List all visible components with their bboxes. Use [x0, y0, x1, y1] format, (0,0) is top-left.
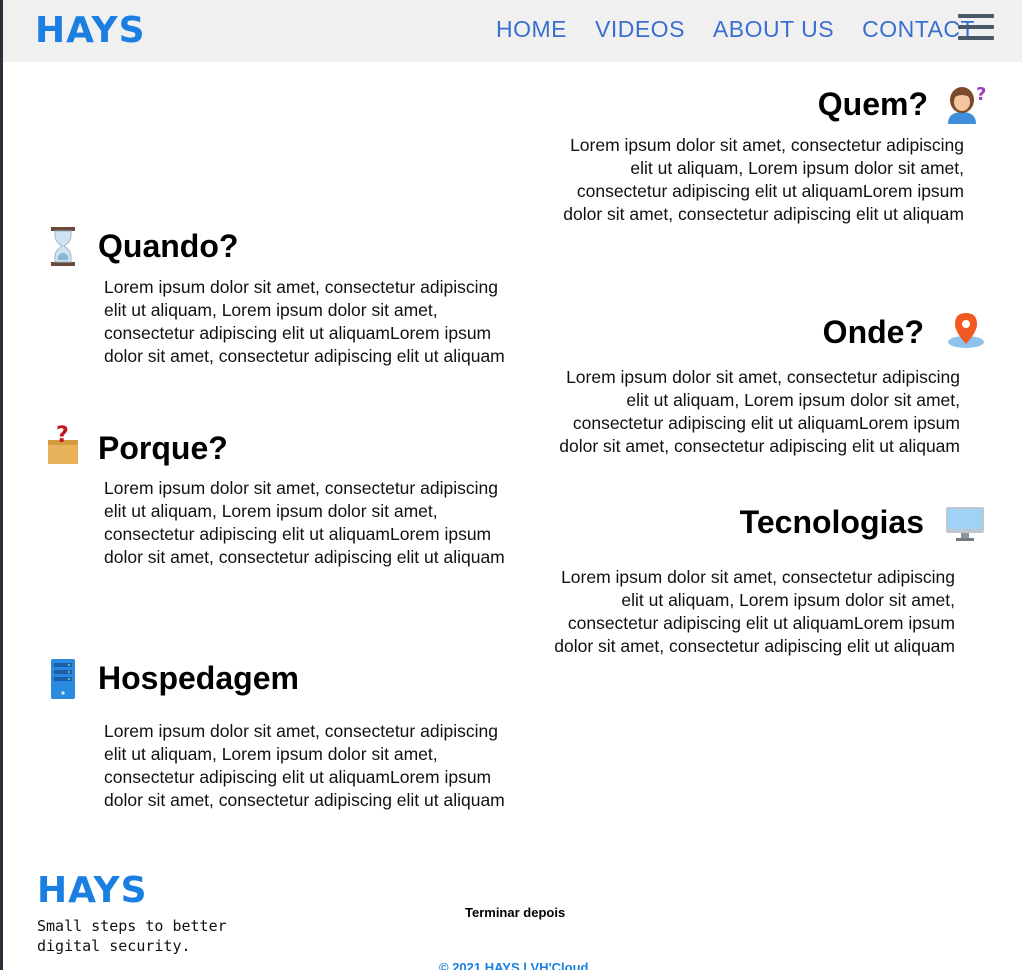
section-title: Quem?	[817, 86, 928, 122]
nav-about-link[interactable]: ABOUT US	[713, 16, 834, 43]
monitor-icon	[946, 507, 984, 541]
section-text: Lorem ipsum dolor sit amet, consectetur …	[559, 367, 960, 456]
section-text: Lorem ipsum dolor sit amet, consectetur …	[104, 478, 505, 567]
nav-home-link[interactable]: HOME	[496, 16, 567, 43]
section-title: Hospedagem	[98, 660, 299, 696]
server-icon	[51, 659, 75, 699]
question-box-icon: ?	[48, 423, 78, 464]
footer-tagline: Small steps to better digital security.	[37, 917, 227, 955]
section-title: Tecnologias	[739, 504, 924, 540]
svg-text:?: ?	[56, 423, 69, 448]
section-text: Lorem ipsum dolor sit amet, consectetur …	[104, 721, 505, 810]
header-logo[interactable]: HAYS	[35, 10, 146, 51]
woman-question-icon: ?	[948, 84, 986, 124]
svg-text:?: ?	[976, 84, 986, 105]
hourglass-icon	[51, 227, 75, 266]
footer-note: Terminar depois	[465, 905, 566, 920]
main-nav: HOME VIDEOS ABOUT US CONTACT	[496, 16, 1003, 43]
top-navbar: HAYS HOME VIDEOS ABOUT US CONTACT	[3, 0, 1022, 62]
map-pin-icon	[948, 313, 984, 348]
section-title: Porque?	[98, 430, 228, 466]
section-text: Lorem ipsum dolor sit amet, consectetur …	[104, 277, 505, 366]
footer-copyright: © 2021 HAYS | VH'Cloud	[439, 960, 589, 970]
nav-videos-link[interactable]: VIDEOS	[595, 16, 685, 43]
hamburger-menu-icon[interactable]	[958, 14, 994, 44]
section-text: Lorem ipsum dolor sit amet, consectetur …	[563, 135, 964, 224]
section-text: Lorem ipsum dolor sit amet, consectetur …	[554, 567, 955, 656]
footer-logo[interactable]: HAYS	[37, 870, 148, 911]
window-edge	[0, 0, 3, 970]
section-title: Onde?	[822, 314, 924, 350]
section-title: Quando?	[98, 228, 239, 264]
